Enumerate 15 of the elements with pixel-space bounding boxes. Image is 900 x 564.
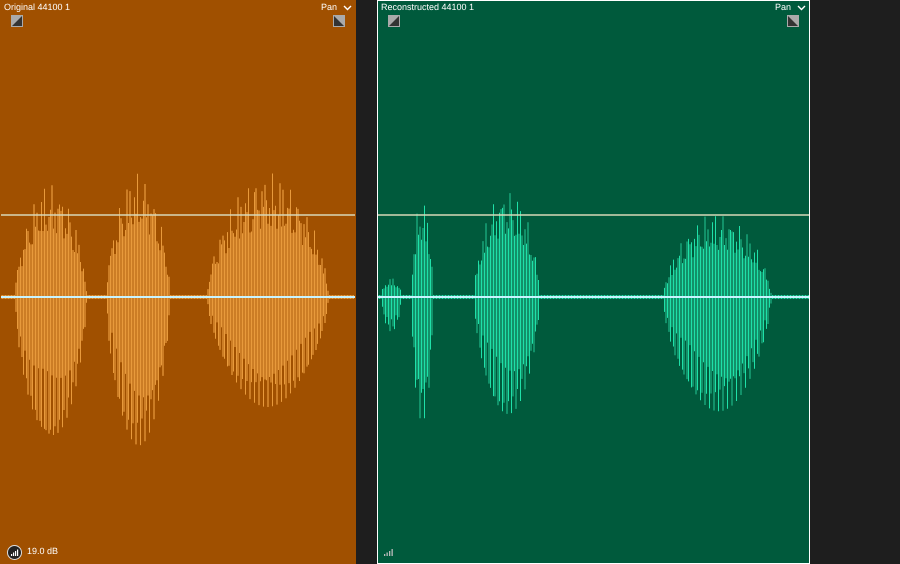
volume-level-icon[interactable]: [384, 548, 393, 556]
fade-out-handle-icon[interactable]: [787, 15, 799, 27]
chevron-down-icon[interactable]: [343, 4, 352, 10]
fade-in-handle-icon[interactable]: [388, 15, 400, 27]
pan-dropdown[interactable]: Pan: [320, 3, 337, 12]
volume-knob-icon[interactable]: [7, 544, 22, 560]
chevron-down-icon[interactable]: [797, 4, 806, 10]
clip-title: Reconstructed 44100 1: [381, 3, 474, 12]
audio-clip-panel[interactable]: Reconstructed 44100 1 Pan: [377, 0, 810, 564]
audio-clip-panel[interactable]: Original 44100 1 Pan 19.0 dB: [0, 0, 356, 564]
clip-title: Original 44100 1: [4, 3, 70, 12]
gain-reading: 19.0 dB: [27, 545, 58, 558]
fade-in-handle-icon[interactable]: [11, 15, 23, 27]
fade-out-handle-icon[interactable]: [333, 15, 345, 27]
pan-dropdown[interactable]: Pan: [774, 3, 791, 12]
